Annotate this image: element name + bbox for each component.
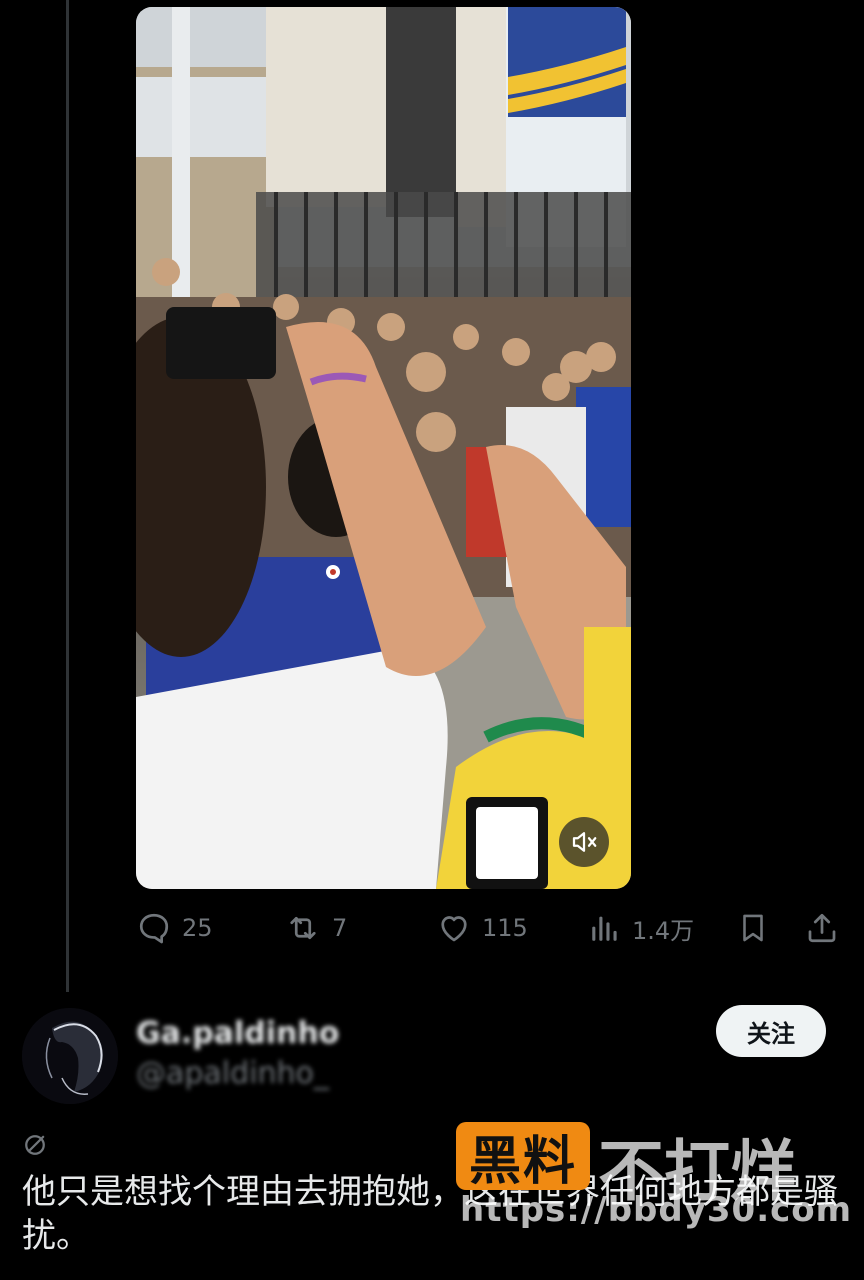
tweet-action-bar: 25 7 115 1.4万 <box>136 906 846 950</box>
share-button[interactable] <box>804 906 840 950</box>
no-symbol-icon <box>20 1130 50 1164</box>
reply-author-handle[interactable]: @apaldinho_ <box>136 1056 329 1091</box>
reply-count: 25 <box>182 914 213 942</box>
heart-icon <box>441 916 467 942</box>
reply-body-text: 他只是想找个理由去拥抱她，这在世界任何地方都是骚扰。 <box>22 1172 838 1256</box>
views-button[interactable]: 1.4万 <box>588 906 694 950</box>
thread-connector-line <box>66 0 69 992</box>
follow-button[interactable]: 关注 <box>716 1005 826 1057</box>
video-frame <box>136 7 631 889</box>
tweet-thread: 25 7 115 1.4万 Ga.paldinho @apaldinho_ 关注… <box>0 0 864 1280</box>
views-count: 1.4万 <box>632 916 695 945</box>
like-button[interactable]: 115 <box>436 906 528 950</box>
reply-button[interactable]: 25 <box>136 906 213 950</box>
speaker-muted-icon <box>572 832 597 852</box>
bar-chart-icon <box>592 916 617 941</box>
avatar[interactable] <box>22 1008 118 1104</box>
video-player[interactable] <box>136 7 631 889</box>
like-count: 115 <box>482 914 528 942</box>
speech-bubble-icon <box>139 913 169 944</box>
bookmark-button[interactable] <box>736 906 770 950</box>
repost-button[interactable]: 7 <box>284 906 347 950</box>
share-upload-icon <box>808 913 836 943</box>
bookmark-icon <box>743 914 763 942</box>
repost-icon <box>290 916 316 940</box>
repost-count: 7 <box>332 914 348 942</box>
mute-toggle-button[interactable] <box>559 817 609 867</box>
reply-author-name[interactable]: Ga.paldinho <box>136 1016 339 1051</box>
avatar-image <box>22 1008 118 1104</box>
